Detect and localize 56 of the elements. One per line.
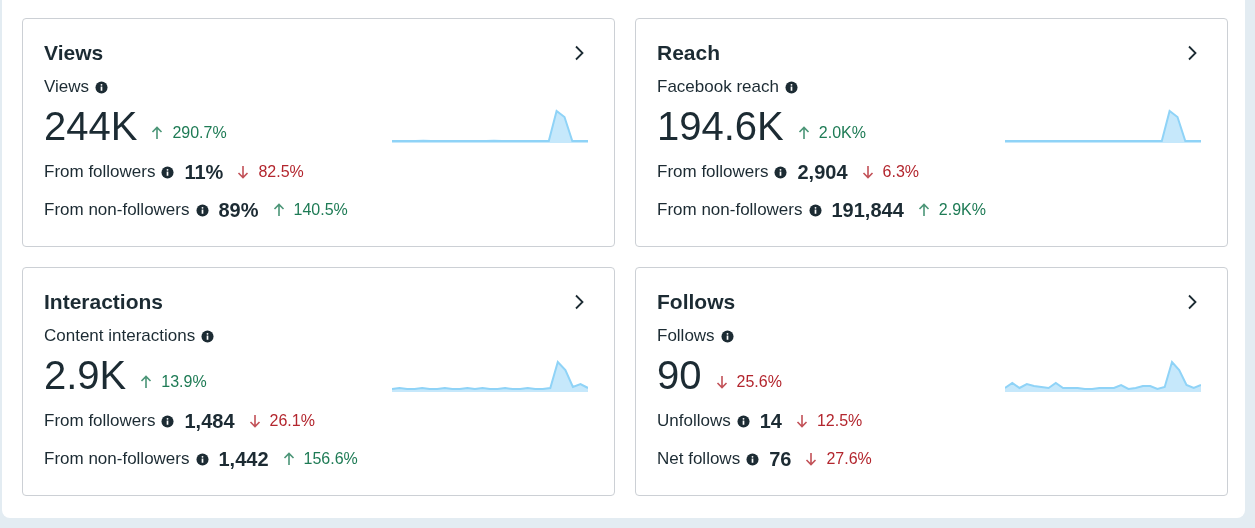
breakdown-value: 2,904 bbox=[797, 160, 848, 184]
change-percent: 156.6% bbox=[303, 450, 358, 468]
info-icon[interactable] bbox=[195, 203, 209, 217]
info-icon[interactable] bbox=[195, 452, 209, 466]
breakdown-value: 1,484 bbox=[184, 409, 235, 433]
metric-value: 90 bbox=[657, 353, 702, 397]
info-icon[interactable] bbox=[774, 165, 788, 179]
info-icon[interactable] bbox=[784, 80, 798, 94]
metric-value: 194.6K bbox=[657, 104, 784, 148]
chevron-right-icon[interactable] bbox=[1187, 294, 1197, 310]
breakdown-value: 11% bbox=[184, 160, 224, 184]
card-title: Reach bbox=[657, 41, 721, 65]
card-title: Views bbox=[44, 41, 104, 65]
change-percent: 6.3% bbox=[882, 163, 919, 181]
breakdown-value: 1,442 bbox=[218, 447, 269, 471]
info-icon[interactable] bbox=[161, 165, 175, 179]
chevron-right-icon[interactable] bbox=[1187, 45, 1197, 61]
change-percent: 140.5% bbox=[293, 201, 348, 219]
chevron-right-icon[interactable] bbox=[574, 45, 584, 61]
info-icon[interactable] bbox=[720, 329, 734, 343]
chevron-right-icon[interactable] bbox=[574, 294, 584, 310]
breakdown-value: 14 bbox=[759, 409, 782, 433]
change-percent: 27.6% bbox=[826, 450, 872, 468]
breakdown-value: 76 bbox=[769, 447, 792, 471]
info-icon[interactable] bbox=[161, 414, 175, 428]
change-percent: 13.9% bbox=[161, 373, 207, 391]
change-percent: 26.1% bbox=[269, 412, 315, 430]
card-title: Follows bbox=[657, 290, 736, 314]
breakdown-label: From non-followers bbox=[657, 200, 803, 220]
info-icon[interactable] bbox=[201, 329, 215, 343]
info-icon[interactable] bbox=[95, 80, 109, 94]
change-percent: 2.9K% bbox=[938, 201, 986, 219]
breakdown-label: Net follows bbox=[657, 449, 741, 469]
change-percent: 290.7% bbox=[172, 124, 227, 142]
breakdown-label: From followers bbox=[657, 162, 769, 182]
change-percent: 25.6% bbox=[736, 373, 782, 391]
metric-label: Content interactions bbox=[44, 326, 196, 346]
breakdown-label: From non-followers bbox=[44, 449, 190, 469]
breakdown-label: From followers bbox=[44, 162, 156, 182]
metric-label: Facebook reach bbox=[657, 77, 779, 97]
metric-value: 2.9K bbox=[44, 353, 127, 397]
metric-label: Follows bbox=[657, 326, 715, 346]
info-icon[interactable] bbox=[808, 203, 822, 217]
metric-label: Views bbox=[44, 77, 90, 97]
breakdown-label: Unfollows bbox=[657, 411, 731, 431]
breakdown-label: From non-followers bbox=[44, 200, 190, 220]
card-title: Interactions bbox=[44, 290, 164, 314]
change-percent: 82.5% bbox=[258, 163, 304, 181]
breakdown-label: From followers bbox=[44, 411, 156, 431]
breakdown-value: 89% bbox=[218, 198, 259, 222]
breakdown-value: 191,844 bbox=[831, 198, 904, 222]
info-icon[interactable] bbox=[736, 414, 750, 428]
metric-value: 244K bbox=[44, 104, 138, 148]
info-icon[interactable] bbox=[746, 452, 760, 466]
change-percent: 12.5% bbox=[816, 412, 863, 430]
change-percent: 2.0K% bbox=[818, 124, 866, 142]
